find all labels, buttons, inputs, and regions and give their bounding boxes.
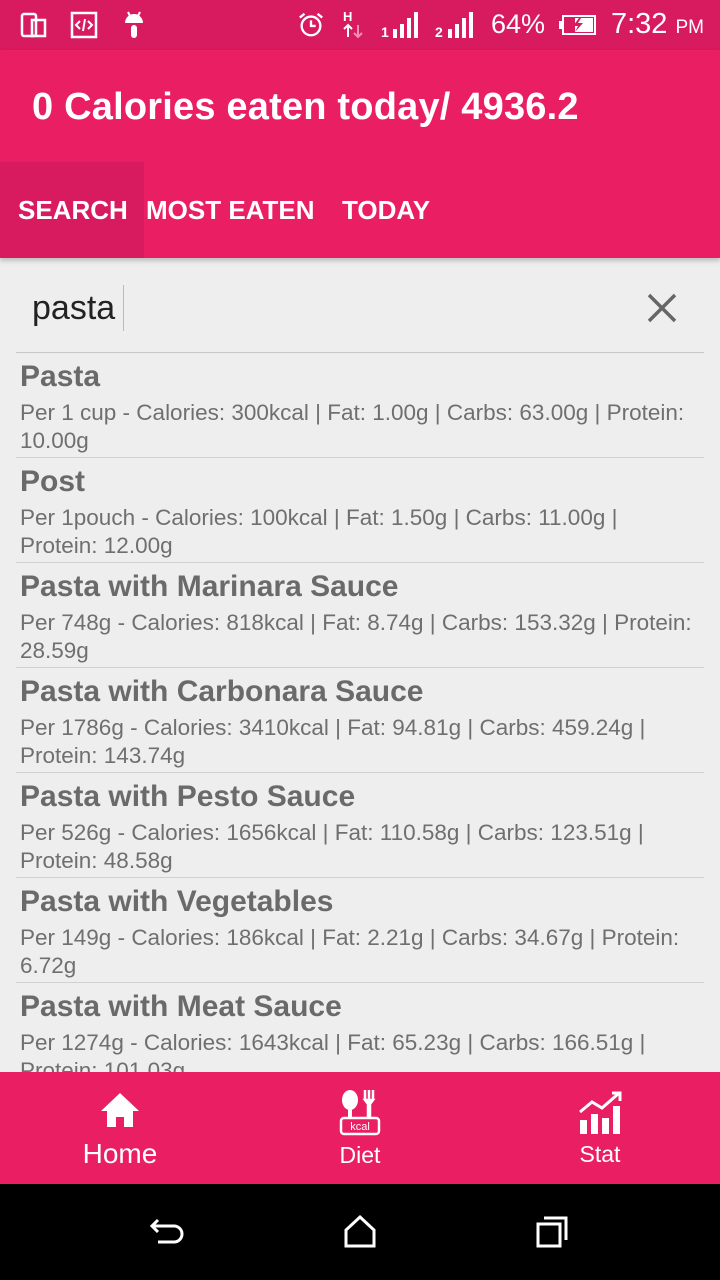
food-nutrition: Per 1274g - Calories: 1643kcal | Fat: 65… (20, 1030, 646, 1072)
svg-text:2: 2 (435, 24, 443, 39)
nav-stat[interactable]: Stat (480, 1072, 720, 1184)
svg-text:1: 1 (381, 24, 389, 39)
list-item[interactable]: Pasta with Pesto Sauce Per 526g - Calori… (16, 773, 704, 878)
nav-label: Home (82, 1138, 158, 1169)
results-list: Pasta Per 1 cup - Calories: 300kcal | Fa… (16, 353, 704, 1072)
tab-search[interactable]: SEARCH (0, 162, 144, 258)
data-transfer-icon: H (339, 9, 367, 40)
tab-bar: SEARCH MOST EATEN TODAY (0, 162, 720, 258)
home-outline-icon (344, 1214, 376, 1248)
food-nutrition: Per 748g - Calories: 818kcal | Fat: 8.74… (20, 610, 692, 663)
home-system-button[interactable] (340, 1212, 380, 1252)
food-name: Pasta with Marinara Sauce (20, 570, 399, 603)
recents-icon (536, 1216, 568, 1248)
nav-label: Diet (339, 1141, 381, 1168)
food-nutrition: Per 1786g - Calories: 3410kcal | Fat: 94… (20, 715, 646, 768)
diet-icon: kcal (335, 1088, 385, 1138)
back-icon (149, 1218, 184, 1244)
tab-most-eaten[interactable]: MOST EATEN (144, 162, 342, 258)
page-title: 0 Calories eaten today/ 4936.2 (32, 86, 579, 128)
signal-2-icon: 2 (435, 10, 477, 40)
stat-icon (576, 1089, 624, 1137)
food-name: Pasta (20, 360, 101, 393)
search-input[interactable] (32, 288, 592, 328)
battery-charging-icon (558, 10, 597, 40)
app-bar: 0 Calories eaten today/ 4936.2 (0, 50, 720, 162)
list-item[interactable]: Pasta Per 1 cup - Calories: 300kcal | Fa… (16, 353, 704, 458)
nav-label: Stat (579, 1140, 621, 1167)
android-icon (120, 10, 148, 40)
food-nutrition: Per 526g - Calories: 1656kcal | Fat: 110… (20, 820, 644, 873)
screen-mirror-icon (20, 10, 48, 40)
tab-today[interactable]: TODAY (342, 162, 430, 258)
nav-home[interactable]: Home (0, 1072, 240, 1184)
svg-text:H: H (343, 9, 352, 24)
nav-diet[interactable]: kcal Diet (240, 1072, 480, 1184)
list-item[interactable]: Pasta with Meat Sauce Per 1274g - Calori… (16, 983, 704, 1072)
clear-search-button[interactable] (642, 288, 682, 328)
food-nutrition: Per 1 cup - Calories: 300kcal | Fat: 1.0… (20, 400, 685, 453)
svg-text:kcal: kcal (350, 1121, 370, 1133)
back-button[interactable] (148, 1212, 188, 1252)
text-caret (123, 285, 124, 331)
recents-button[interactable] (532, 1212, 572, 1252)
battery-percent: 64% (490, 9, 545, 39)
search-bar (16, 270, 704, 353)
signal-1-icon: 1 (381, 10, 421, 40)
food-nutrition: Per 1pouch - Calories: 100kcal | Fat: 1.… (20, 505, 618, 558)
clock: 7:32 PM (610, 8, 704, 40)
code-icon (70, 10, 98, 40)
list-item[interactable]: Pasta with Carbonara Sauce Per 1786g - C… (16, 668, 704, 773)
food-nutrition: Per 149g - Calories: 186kcal | Fat: 2.21… (20, 925, 680, 978)
system-navigation-bar (0, 1184, 720, 1280)
status-bar: H 1 2 64% 7:32 PM (0, 0, 720, 50)
home-icon (96, 1086, 144, 1134)
food-name: Pasta with Meat Sauce (20, 990, 342, 1023)
bottom-navigation: Home kcal Diet Stat (0, 1072, 720, 1184)
food-name: Post (20, 465, 86, 498)
food-name: Pasta with Carbonara Sauce (20, 675, 424, 708)
list-item[interactable]: Pasta with Vegetables Per 149g - Calorie… (16, 878, 704, 983)
food-name: Pasta with Pesto Sauce (20, 780, 356, 813)
close-icon (647, 293, 677, 323)
alarm-icon (297, 10, 325, 40)
list-item[interactable]: Pasta with Marinara Sauce Per 748g - Cal… (16, 563, 704, 668)
list-item[interactable]: Post Per 1pouch - Calories: 100kcal | Fa… (16, 458, 704, 563)
food-name: Pasta with Vegetables (20, 885, 334, 918)
